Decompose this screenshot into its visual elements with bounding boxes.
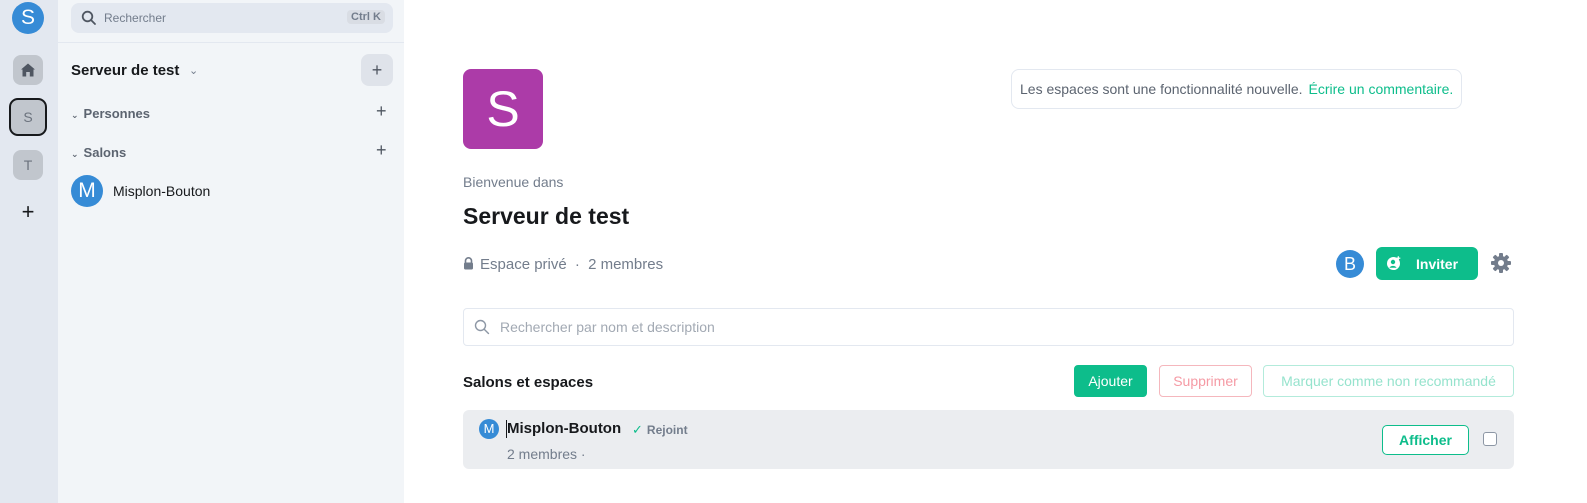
members-count[interactable]: 2 membres — [588, 256, 663, 273]
gear-icon[interactable] — [1490, 252, 1512, 274]
chevron-down-icon: ⌄ — [71, 149, 79, 159]
remove-button[interactable]: Supprimer — [1159, 365, 1252, 397]
space-button-t[interactable]: T — [13, 150, 43, 180]
space-avatar: S — [463, 69, 543, 149]
home-button[interactable] — [13, 55, 43, 85]
space-meta: Espace privé · 2 membres — [463, 256, 663, 273]
lock-icon — [464, 257, 473, 270]
room-list-panel: Rechercher Ctrl K Serveur de test ⌄ + ⌄ P… — [58, 0, 404, 503]
hierarchy-room-name: Misplon-Bouton — [507, 420, 622, 437]
user-avatar[interactable]: S — [12, 2, 44, 34]
section-rooms[interactable]: ⌄ Salons — [71, 145, 126, 160]
page-title: Serveur de test — [463, 203, 630, 229]
space-panel: S S T + — [0, 0, 58, 503]
create-space-button[interactable]: + — [13, 197, 43, 227]
room-list-item[interactable]: M Misplon-Bouton — [71, 174, 393, 208]
plus-icon: + — [371, 60, 383, 80]
space-title[interactable]: Serveur de test — [71, 62, 179, 79]
invite-button[interactable]: Inviter — [1376, 247, 1478, 280]
section-people[interactable]: ⌄ Personnes — [71, 106, 150, 121]
home-icon — [21, 63, 35, 77]
chevron-down-icon: ⌄ — [71, 110, 79, 120]
invite-icon — [1387, 256, 1401, 270]
divider — [58, 42, 404, 43]
chevron-down-icon[interactable]: ⌄ — [189, 64, 198, 77]
room-avatar: M — [479, 419, 499, 439]
space-home: S Les espaces sont une fonctionnalité no… — [404, 0, 1587, 503]
beta-notice-text: Les espaces sont une fonctionnalité nouv… — [1020, 81, 1303, 97]
plus-icon: + — [376, 140, 387, 160]
hierarchy-search-placeholder: Rechercher par nom et description — [500, 319, 715, 335]
hierarchy-room-members: 2 membres · — [507, 446, 586, 462]
section-people-label: Personnes — [83, 106, 151, 121]
search-shortcut: Ctrl K — [347, 10, 385, 24]
hierarchy-search-input[interactable]: Rechercher par nom et description — [463, 308, 1514, 346]
hierarchy-room-row[interactable]: M Misplon-Bouton ✓ Rejoint 2 membres · Af… — [463, 410, 1514, 469]
beta-notice: Les espaces sont une fonctionnalité nouv… — [1011, 69, 1463, 109]
view-button[interactable]: Afficher — [1382, 425, 1469, 455]
add-button[interactable]: Ajouter — [1074, 365, 1147, 397]
check-icon: ✓ — [632, 422, 643, 437]
member-avatar[interactable]: B — [1336, 250, 1364, 278]
meta-separator: · — [574, 256, 580, 273]
search-placeholder: Rechercher — [104, 11, 167, 25]
room-avatar: M — [71, 175, 103, 207]
space-button-serveur-de-test[interactable]: S — [9, 98, 47, 136]
plus-icon: + — [376, 101, 387, 121]
select-checkbox[interactable] — [1483, 432, 1497, 446]
hierarchy-title: Salons et espaces — [463, 374, 594, 391]
visibility-label: Espace privé — [480, 256, 567, 273]
room-name: Misplon-Bouton — [113, 183, 211, 199]
mark-not-suggested-button[interactable]: Marquer comme non recommandé — [1263, 365, 1514, 397]
add-room-button[interactable]: + — [376, 140, 387, 161]
space-add-button[interactable]: + — [361, 54, 393, 86]
add-person-button[interactable]: + — [376, 101, 387, 122]
welcome-text: Bienvenue dans — [463, 174, 564, 190]
joined-badge: ✓ Rejoint — [632, 422, 688, 438]
plus-icon: + — [21, 199, 35, 224]
search-button[interactable]: Rechercher Ctrl K — [71, 3, 393, 33]
feedback-link[interactable]: Écrire un commentaire. — [1309, 81, 1454, 97]
invite-label: Inviter — [1416, 256, 1459, 272]
search-icon — [81, 10, 96, 25]
joined-label: Rejoint — [646, 423, 688, 437]
search-icon — [474, 319, 490, 335]
section-rooms-label: Salons — [83, 145, 127, 160]
